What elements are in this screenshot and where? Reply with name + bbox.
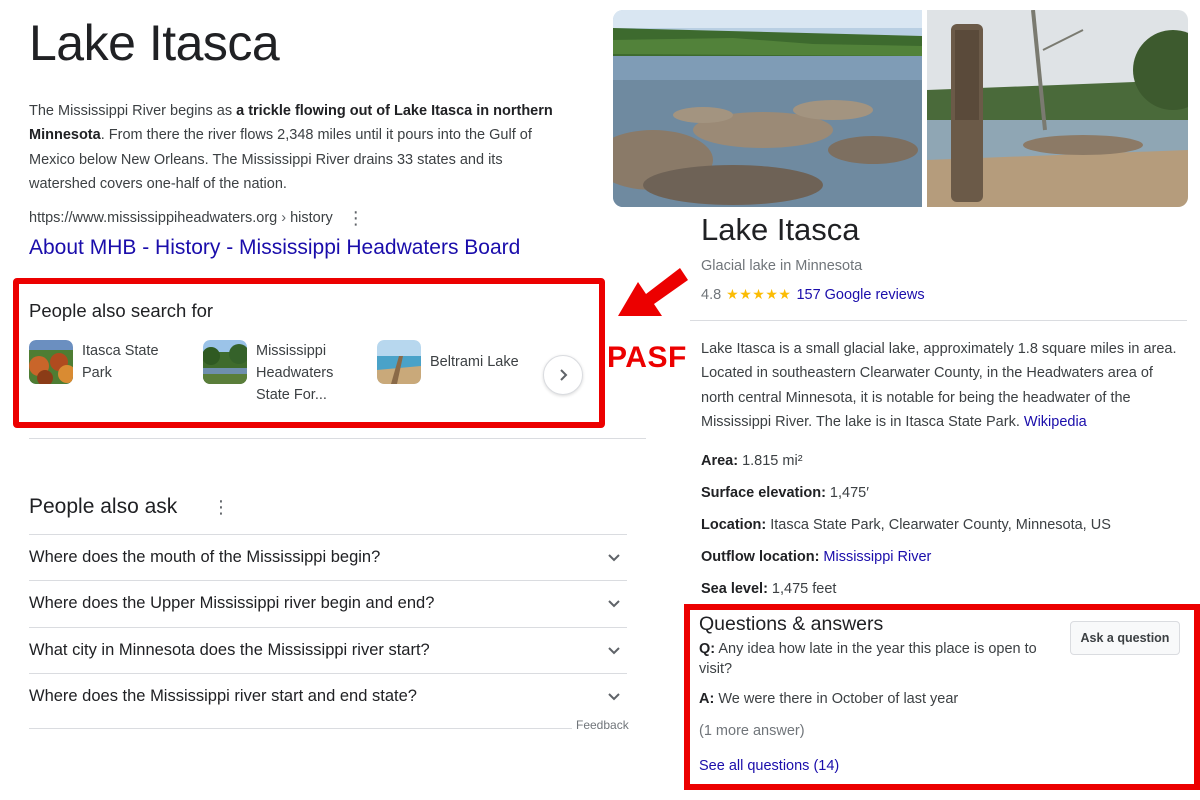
paa-question-row[interactable]: Where does the mouth of the Mississippi … [29,534,627,580]
pasf-item-itasca-state-park[interactable]: Itasca State Park [29,340,178,384]
red-arrow-icon [618,268,688,316]
fact-value: Itasca State Park, Clearwater County, Mi… [770,517,1111,533]
paa-question-row[interactable]: Where does the Upper Mississippi river b… [29,580,627,626]
rating-value: 4.8 [701,286,722,303]
paa-bottom-divider [29,728,627,729]
ask-question-button[interactable]: Ask a question [1070,621,1180,655]
section-divider [29,438,646,439]
itasca-state-park-thumbnail [29,340,73,384]
chevron-down-icon [608,553,620,561]
panel-divider [690,320,1187,321]
answer-prefix: A: [699,691,715,707]
fact-outflow-location: Outflow location: Mississippi River [701,549,931,565]
cite-path: history [290,210,333,226]
lake-photo[interactable] [613,10,922,207]
cite-url: https://www.mississippiheadwaters.org [29,210,278,226]
fact-value: 1.815 mi² [742,453,803,469]
fact-label: Outflow location: [701,549,820,565]
chevron-down-icon [608,692,620,700]
paa-question: Where does the Mississippi river start a… [29,687,417,705]
more-answers-link[interactable]: (1 more answer) [699,723,805,739]
pasf-item-label: Mississippi Headwaters State For... [256,343,334,403]
paa-more-icon[interactable]: ⋮ [212,497,230,518]
chevron-down-icon [608,646,620,654]
fact-label: Area: [701,453,739,469]
pasf-heading: People also search for [29,300,214,321]
paa-question-row[interactable]: Where does the Mississippi river start a… [29,673,627,719]
fact-sea-level: Sea level: 1,475 feet [701,581,836,597]
paa-question: Where does the Upper Mississippi river b… [29,594,435,612]
headwaters-post-photo[interactable] [927,10,1188,207]
question-text: Any idea how late in the year this place… [699,641,1037,677]
cite-separator: › [281,210,287,226]
pasf-next-button[interactable] [543,355,583,395]
place-photos[interactable] [613,10,1188,207]
snippet-text: The Mississippi River begins as [29,103,237,119]
fact-area: Area: 1.815 mi² [701,453,803,469]
paa-question: What city in Minnesota does the Mississi… [29,641,430,659]
fact-value: 1,475′ [829,485,869,501]
paa-heading: People also ask [29,495,178,518]
qa-answer: A: We were there in October of last year [699,691,958,707]
paa-question: Where does the mouth of the Mississippi … [29,548,381,566]
beltrami-lake-thumbnail [377,340,421,384]
pasf-item-mississippi-headwaters-state-forest[interactable]: Mississippi Headwaters State For... [203,340,356,406]
fact-surface-elevation: Surface elevation: 1,475′ [701,485,869,501]
reviews-link[interactable]: 157 Google reviews [796,287,924,303]
pasf-item-label: Beltrami Lake [430,354,519,370]
qa-heading: Questions & answers [699,613,884,635]
result-snippet: The Mississippi River begins as a trickl… [29,99,569,197]
feedback-link[interactable]: Feedback [572,718,629,732]
pasf-item-beltrami-lake[interactable]: Beltrami Lake [377,340,519,384]
panel-subtitle: Glacial lake in Minnesota [701,258,863,274]
pasf-annotation-label: PASF [607,341,687,374]
pasf-item-label: Itasca State Park [82,343,159,381]
panel-rating: 4.8 ★★★★★ 157 Google reviews [701,286,925,303]
fact-label: Sea level: [701,581,768,597]
star-rating-icon: ★★★★★ [726,286,792,302]
answer-text: We were there in October of last year [718,691,959,707]
snippet-text-rest: . From there the river flows 2,348 miles… [29,127,532,193]
panel-title: Lake Itasca [701,212,860,247]
question-prefix: Q: [699,641,716,657]
fact-label: Location: [701,517,767,533]
mississippi-headwaters-thumbnail [203,340,247,384]
wikipedia-link[interactable]: Wikipedia [1024,414,1087,430]
result-link[interactable]: About MHB - History - Mississippi Headwa… [29,236,520,260]
result-title: Lake Itasca [29,15,280,71]
qa-question: Q: Any idea how late in the year this pl… [699,639,1071,679]
paa-question-row[interactable]: What city in Minnesota does the Mississi… [29,627,627,673]
result-citation: https://www.mississippiheadwaters.org › … [29,209,365,227]
see-all-questions-link[interactable]: See all questions (14) [699,758,839,774]
chevron-down-icon [608,599,620,607]
outflow-link[interactable]: Mississippi River [823,549,931,565]
fact-label: Surface elevation: [701,485,826,501]
fact-location: Location: Itasca State Park, Clearwater C… [701,517,1111,533]
fact-value: 1,475 feet [771,581,837,597]
panel-description: Lake Itasca is a small glacial lake, app… [701,337,1181,435]
chevron-right-icon [560,369,568,381]
more-options-icon[interactable]: ⋮ [347,209,365,227]
description-text: Lake Itasca is a small glacial lake, app… [701,341,1177,431]
